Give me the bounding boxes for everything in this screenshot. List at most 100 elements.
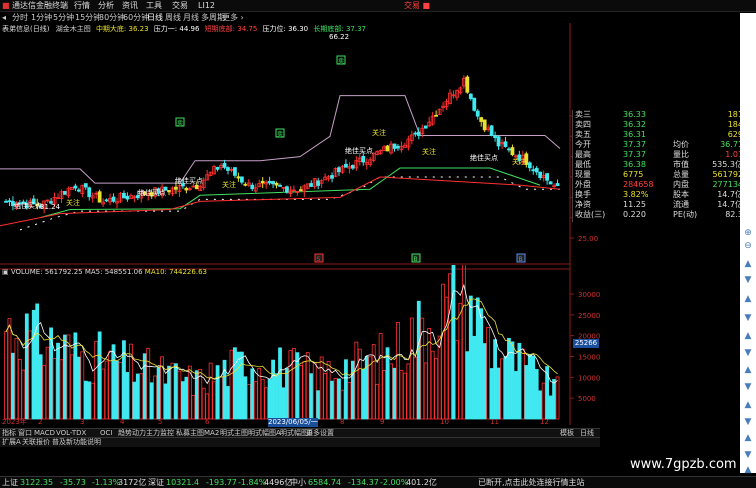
period-tab[interactable]: 周线 (165, 12, 181, 23)
period-tab[interactable]: 5分钟 (53, 12, 74, 23)
candle-body (233, 167, 237, 176)
arrow-down-icon[interactable]: ▼ (743, 450, 753, 460)
quote-value: 37.37 (623, 150, 646, 159)
volume-bar (350, 360, 355, 420)
volume-bar (267, 379, 272, 420)
period-tab[interactable]: 月线 (183, 12, 199, 23)
quote-label: 今开 (575, 140, 591, 149)
signal-badge-label: S (317, 256, 321, 263)
volume-bar (458, 302, 463, 420)
volume-bar (76, 356, 81, 420)
arrow-up-icon[interactable]: ▲ (743, 294, 753, 304)
period-tab[interactable]: 30分钟 (99, 12, 125, 23)
volume-bar (146, 348, 151, 420)
arrow-up-icon[interactable]: ▲ (743, 259, 753, 269)
arrow-down-icon[interactable]: ▼ (743, 382, 753, 392)
arrow-down-icon[interactable]: ▼ (743, 313, 753, 323)
candle-body (510, 147, 515, 156)
indicator-field: 压力位: 36.30 (262, 25, 309, 33)
volume-bar (441, 283, 445, 420)
volume-bar (396, 322, 400, 420)
nav-back-icon[interactable]: ◂ (2, 12, 6, 23)
zoom-in-icon[interactable]: ⊕ (743, 228, 753, 238)
menu-item-trade[interactable]: 交易 (172, 0, 188, 11)
period-tab-active[interactable]: 日线 (147, 12, 163, 23)
candle-body (174, 186, 178, 190)
candle-body (309, 183, 314, 187)
menu-item-market[interactable]: 行情 (74, 0, 90, 11)
volume-chart[interactable]: 30000250002000015000100005000 (0, 265, 600, 425)
menu-item-analysis[interactable]: 分析 (98, 0, 114, 11)
focus-signal-marker: 关注 (222, 180, 236, 189)
volume-bar (361, 368, 366, 420)
menu-item-li12[interactable]: LI12 (198, 0, 215, 11)
indicator-field: 长期底部: 37.37 (313, 25, 366, 33)
candle-body (385, 145, 390, 152)
volume-bar (239, 351, 244, 420)
candle-body (316, 180, 321, 186)
volume-bar (552, 379, 556, 420)
volume-bar (514, 371, 518, 420)
period-tab[interactable]: 更多 › (222, 12, 244, 23)
trade-link[interactable]: 交易 ■ (404, 0, 430, 11)
volume-bar (430, 350, 435, 420)
candle-body (167, 190, 171, 193)
quote-label: 总量 (673, 170, 689, 179)
candle-body (104, 199, 109, 202)
arrow-down-icon[interactable]: ▼ (743, 348, 753, 358)
extension-tab[interactable]: 扩展A (2, 438, 21, 447)
volume-bar (42, 365, 47, 420)
quote-label: 市值 (673, 160, 689, 169)
volume-bar (472, 335, 477, 420)
quote-value: 37.37 (623, 140, 646, 149)
zoom-out-icon[interactable]: ⊖ (743, 241, 753, 251)
period-tab[interactable]: 60分钟 (123, 12, 149, 23)
quote-label: 最低 (575, 160, 591, 169)
volume-bar (167, 365, 171, 420)
arrow-up-icon[interactable]: ▲ (743, 433, 753, 443)
arrow-up-icon[interactable]: ▲ (743, 400, 753, 410)
menu-item-tools[interactable]: 工具 (146, 0, 162, 11)
arrow-up-icon[interactable]: ▲ (743, 365, 753, 375)
period-tab[interactable]: 1分钟 (31, 12, 52, 23)
arrow-up-icon[interactable]: ▲ (743, 331, 753, 341)
arrow-down-icon[interactable]: ▼ (743, 417, 753, 427)
app-title: 通达信金融终端 (12, 1, 68, 10)
connection-notice[interactable]: 已断开,点击此处连接行情主站 (478, 477, 585, 488)
quote-value: 36.33 (623, 110, 646, 119)
volume-bar (347, 382, 352, 420)
volume-bar (215, 365, 220, 420)
quote-row: 净资 11.25 流通 14.7亿 (573, 200, 745, 210)
menu-item-news[interactable]: 资讯 (122, 0, 138, 11)
extension-tab[interactable]: 关联报价 (22, 438, 50, 447)
volume-bar (115, 360, 119, 420)
volume-bar (229, 349, 234, 420)
volume-bar (312, 362, 317, 420)
volume-bar (278, 347, 282, 420)
volume-bar (507, 337, 511, 420)
volume-bar (83, 380, 88, 420)
arrow-down-icon[interactable]: ▼ (743, 275, 753, 285)
volume-tick-label: 15000 (578, 354, 600, 362)
volume-bar (177, 370, 182, 420)
price-chart[interactable]: 绝佳买点绝佳买点绝佳买点绝佳买点绝佳买点卖卖卖关注关注关注关注关注SBB 55.… (0, 23, 600, 273)
index-quote: 401.2亿 (406, 478, 437, 487)
extension-tab[interactable]: 普及新功能说明 (52, 438, 101, 447)
quote-label: 换手 (575, 190, 591, 199)
period-tab[interactable]: 15分钟 (75, 12, 101, 23)
quote-label: 最高 (575, 150, 591, 159)
indicator-name[interactable]: 表弟信息(日线) (2, 25, 49, 33)
volume-bar (281, 387, 286, 420)
arrow-up-icon[interactable]: ▲ (743, 465, 753, 475)
volume-bar (139, 373, 144, 420)
volume-bar (444, 296, 449, 420)
volume-bar (527, 353, 532, 420)
quote-row: 外盘 284658 内盘 277134 (573, 180, 745, 190)
volume-bar (295, 352, 300, 420)
high-price-label: 66.22 (329, 33, 350, 41)
volume-bar (406, 363, 411, 420)
period-tab[interactable]: 分时 (12, 12, 28, 23)
quote-value: 6775 (623, 170, 644, 179)
volume-bar (316, 390, 321, 420)
quote-label: 外盘 (575, 180, 591, 189)
